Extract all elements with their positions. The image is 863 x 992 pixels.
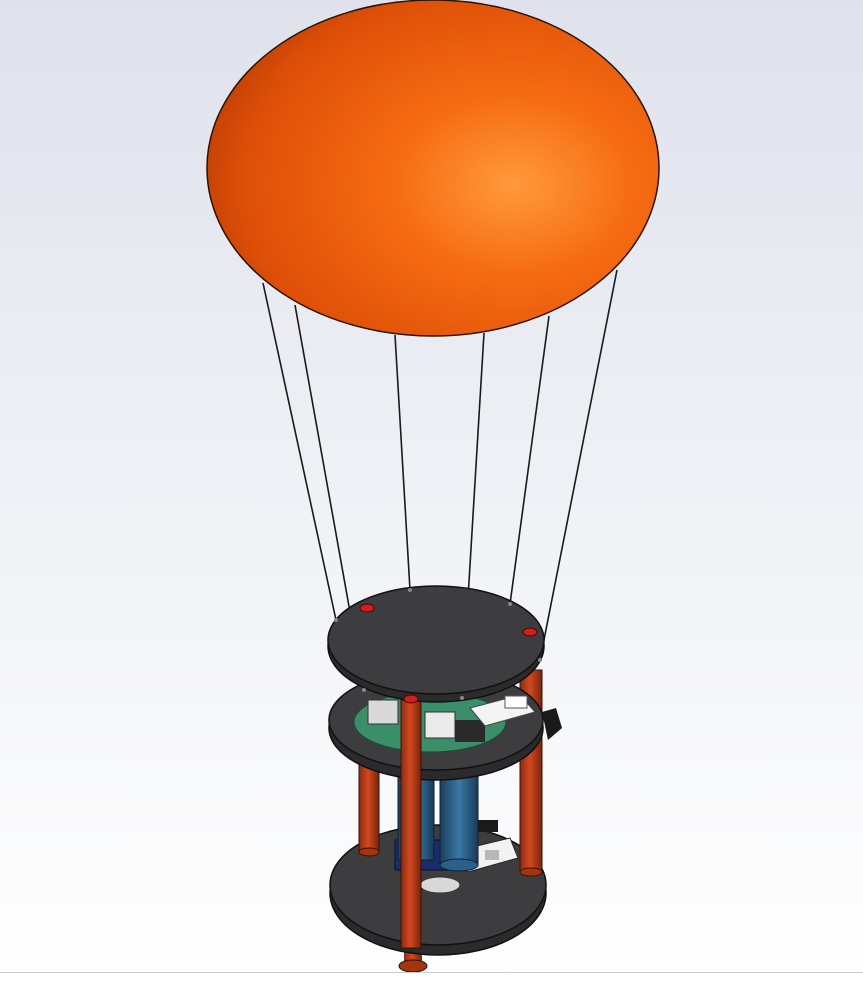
gear-icon [419, 876, 461, 894]
top-plate [327, 585, 545, 704]
marker [359, 603, 375, 613]
string [509, 315, 550, 605]
viewport [0, 0, 863, 992]
connector [542, 708, 562, 740]
marker [522, 627, 538, 637]
front-rod [400, 699, 422, 949]
string [394, 334, 411, 591]
marker [403, 694, 419, 704]
balloon-icon [206, 0, 660, 337]
ground-line [0, 972, 863, 973]
cad-scene [206, 0, 660, 973]
string [539, 269, 618, 661]
